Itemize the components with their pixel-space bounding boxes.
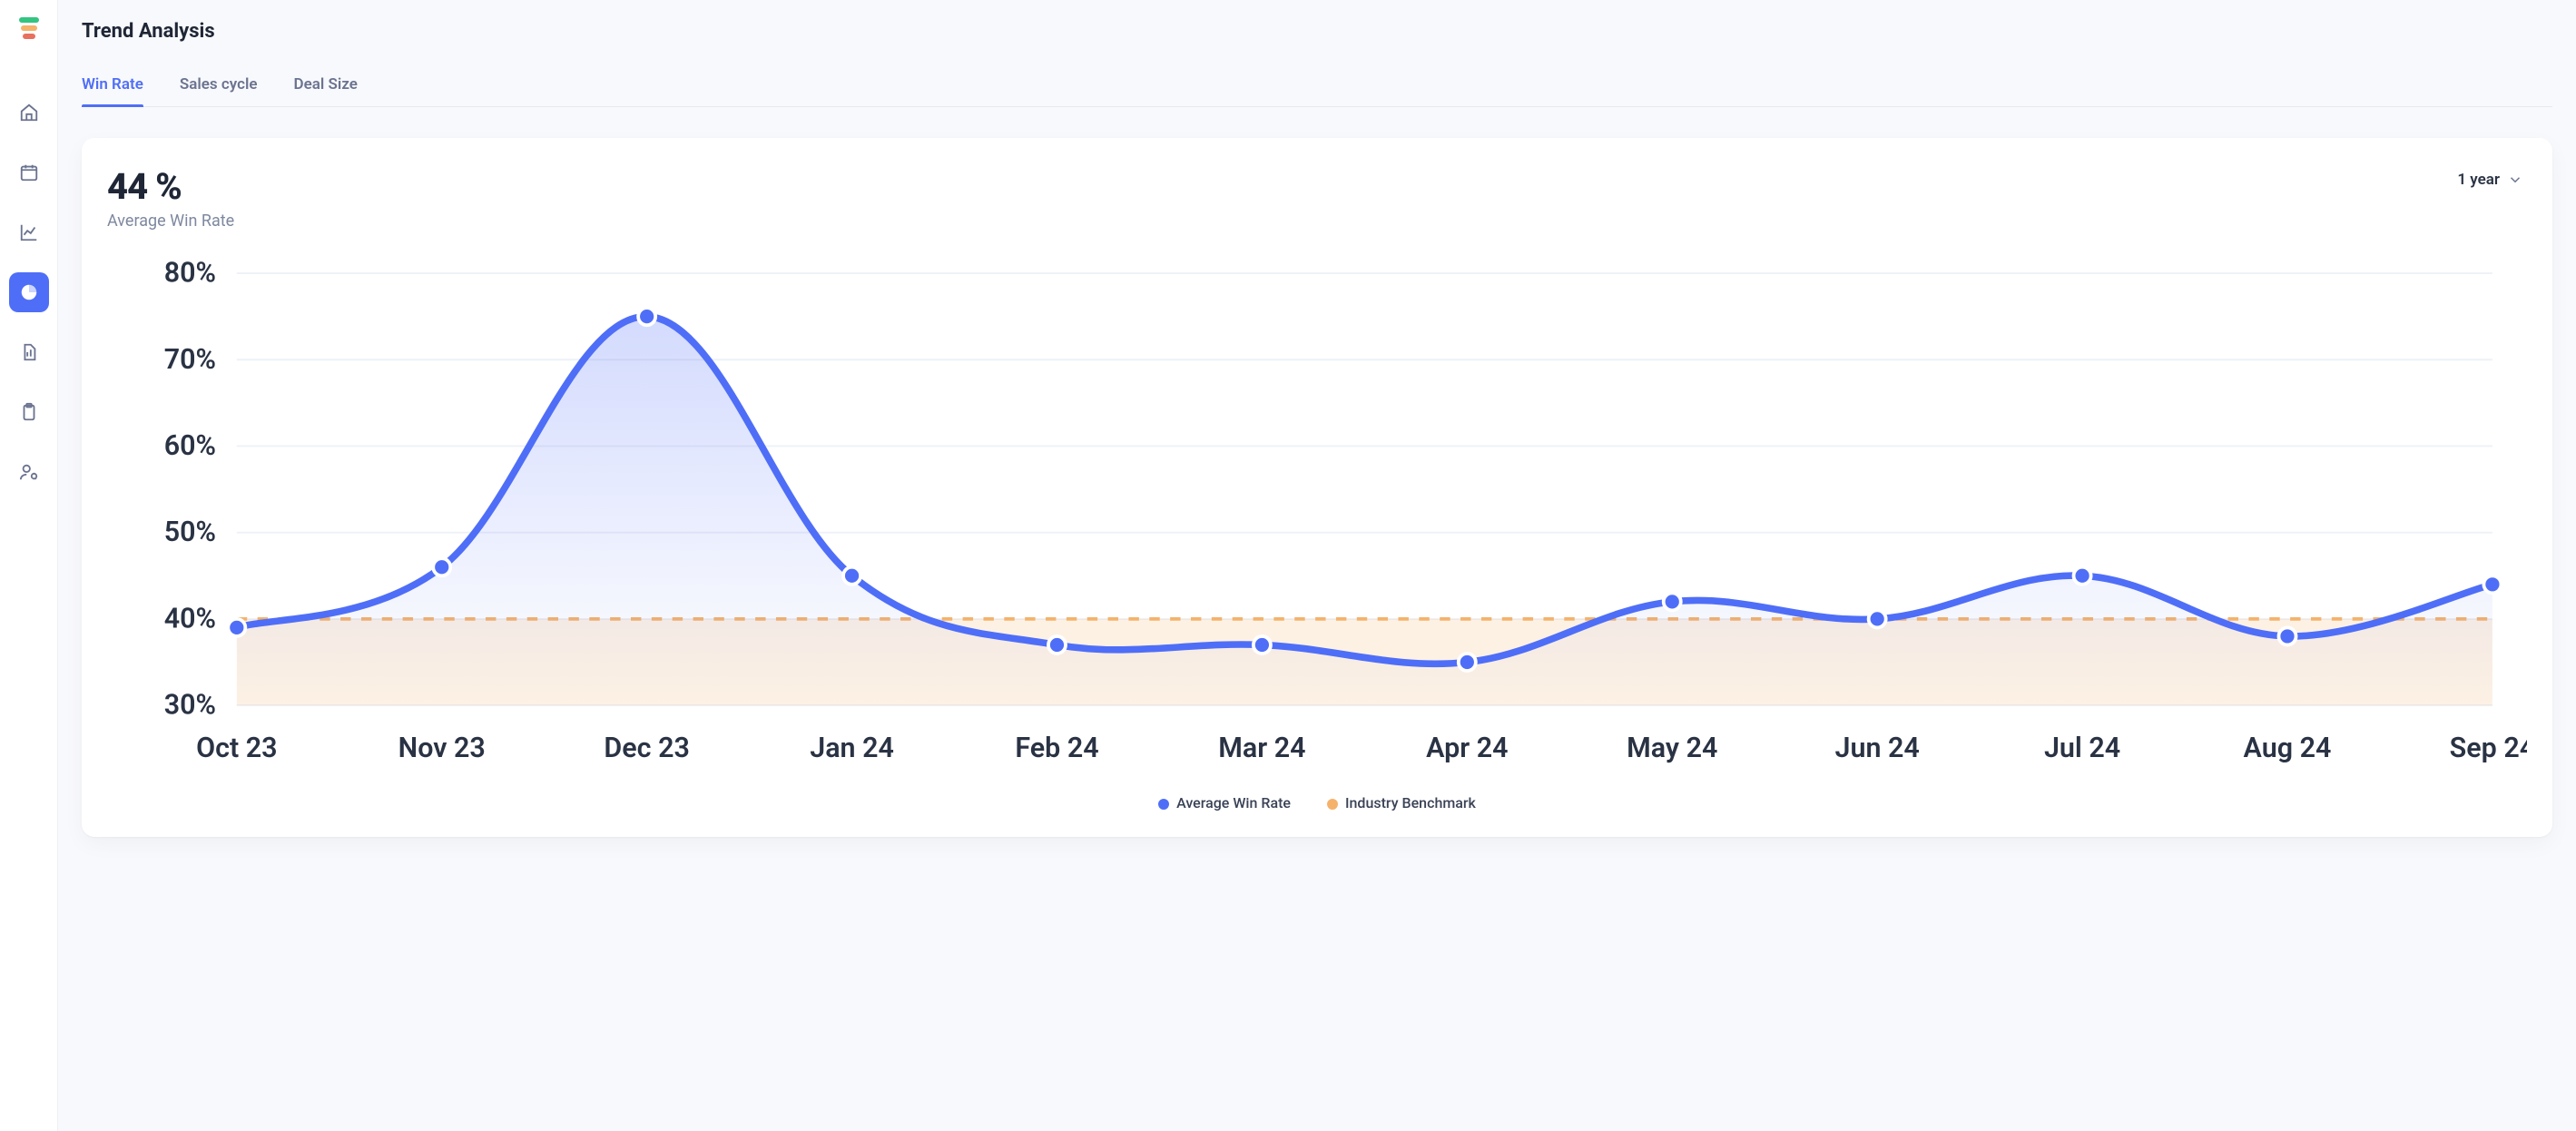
svg-text:Aug 24: Aug 24 bbox=[2244, 733, 2332, 764]
logo-bar bbox=[21, 25, 37, 31]
nav-calendar[interactable] bbox=[9, 152, 49, 192]
tab-deal-size[interactable]: Deal Size bbox=[294, 66, 358, 106]
legend-benchmark: Industry Benchmark bbox=[1327, 794, 1476, 811]
range-label: 1 year bbox=[2457, 171, 2500, 189]
svg-text:30%: 30% bbox=[164, 690, 216, 722]
svg-text:Jan 24: Jan 24 bbox=[810, 733, 894, 764]
tab-label: Win Rate bbox=[82, 75, 143, 93]
metric-label: Average Win Rate bbox=[107, 211, 234, 231]
chart-svg: 30% 40% 50% 60% 70% 80% Oct 23 Nov 23 Dec 23 Jan … bbox=[107, 256, 2527, 774]
tab-label: Sales cycle bbox=[180, 75, 258, 93]
logo-bar bbox=[23, 34, 35, 39]
svg-text:Jul 24: Jul 24 bbox=[2044, 733, 2120, 764]
app-logo bbox=[17, 16, 41, 40]
svg-text:50%: 50% bbox=[164, 516, 216, 548]
page-title: Trend Analysis bbox=[82, 20, 2552, 43]
svg-text:70%: 70% bbox=[164, 344, 216, 376]
home-icon bbox=[19, 103, 39, 123]
legend: Average Win Rate Industry Benchmark bbox=[107, 794, 2527, 811]
legend-dot-icon bbox=[1327, 799, 1338, 810]
pie-chart-icon bbox=[19, 282, 39, 302]
report-icon bbox=[19, 342, 39, 362]
calendar-icon bbox=[19, 162, 39, 182]
nav-clipboard[interactable] bbox=[9, 392, 49, 432]
nav-pie-chart[interactable] bbox=[9, 272, 49, 312]
line-chart-icon bbox=[19, 222, 39, 242]
tab-win-rate[interactable]: Win Rate bbox=[82, 66, 143, 106]
chevron-down-icon bbox=[2507, 172, 2523, 188]
svg-text:Feb 24: Feb 24 bbox=[1015, 733, 1098, 764]
legend-series: Average Win Rate bbox=[1158, 794, 1291, 811]
metric-block: 44 % Average Win Rate bbox=[107, 165, 234, 231]
svg-text:Oct 23: Oct 23 bbox=[196, 733, 277, 764]
svg-text:May 24: May 24 bbox=[1627, 733, 1717, 764]
chart: 30% 40% 50% 60% 70% 80% Oct 23 Nov 23 Dec 23 Jan … bbox=[107, 256, 2527, 774]
nav-line-chart[interactable] bbox=[9, 212, 49, 252]
main: Trend Analysis Win Rate Sales cycle Deal… bbox=[58, 0, 2576, 1131]
svg-text:40%: 40% bbox=[164, 603, 216, 634]
legend-dot-icon bbox=[1158, 799, 1169, 810]
card-head: 44 % Average Win Rate 1 year bbox=[107, 165, 2527, 231]
svg-text:Apr 24: Apr 24 bbox=[1426, 733, 1508, 764]
logo-bar bbox=[19, 17, 39, 23]
svg-text:Jun 24: Jun 24 bbox=[1834, 733, 1919, 764]
svg-text:Nov 23: Nov 23 bbox=[398, 733, 486, 764]
svg-text:Sep 24: Sep 24 bbox=[2450, 733, 2527, 764]
nav-report[interactable] bbox=[9, 332, 49, 372]
chart-card: 44 % Average Win Rate 1 year 30% 40% 50% 60… bbox=[82, 138, 2552, 837]
nav-home[interactable] bbox=[9, 93, 49, 133]
svg-text:Mar 24: Mar 24 bbox=[1218, 733, 1305, 764]
legend-benchmark-label: Industry Benchmark bbox=[1345, 794, 1476, 811]
user-settings-icon bbox=[19, 462, 39, 482]
range-picker[interactable]: 1 year bbox=[2453, 165, 2527, 194]
tabs: Win Rate Sales cycle Deal Size bbox=[82, 66, 2552, 107]
metric-value: 44 % bbox=[107, 165, 234, 208]
sidebar bbox=[0, 0, 58, 1131]
nav-user-settings[interactable] bbox=[9, 452, 49, 492]
clipboard-icon bbox=[19, 402, 39, 422]
legend-series-label: Average Win Rate bbox=[1176, 794, 1291, 811]
svg-text:80%: 80% bbox=[164, 258, 216, 290]
tab-label: Deal Size bbox=[294, 75, 358, 93]
tab-sales-cycle[interactable]: Sales cycle bbox=[180, 66, 258, 106]
svg-text:60%: 60% bbox=[164, 430, 216, 462]
svg-text:Dec 23: Dec 23 bbox=[604, 733, 689, 764]
